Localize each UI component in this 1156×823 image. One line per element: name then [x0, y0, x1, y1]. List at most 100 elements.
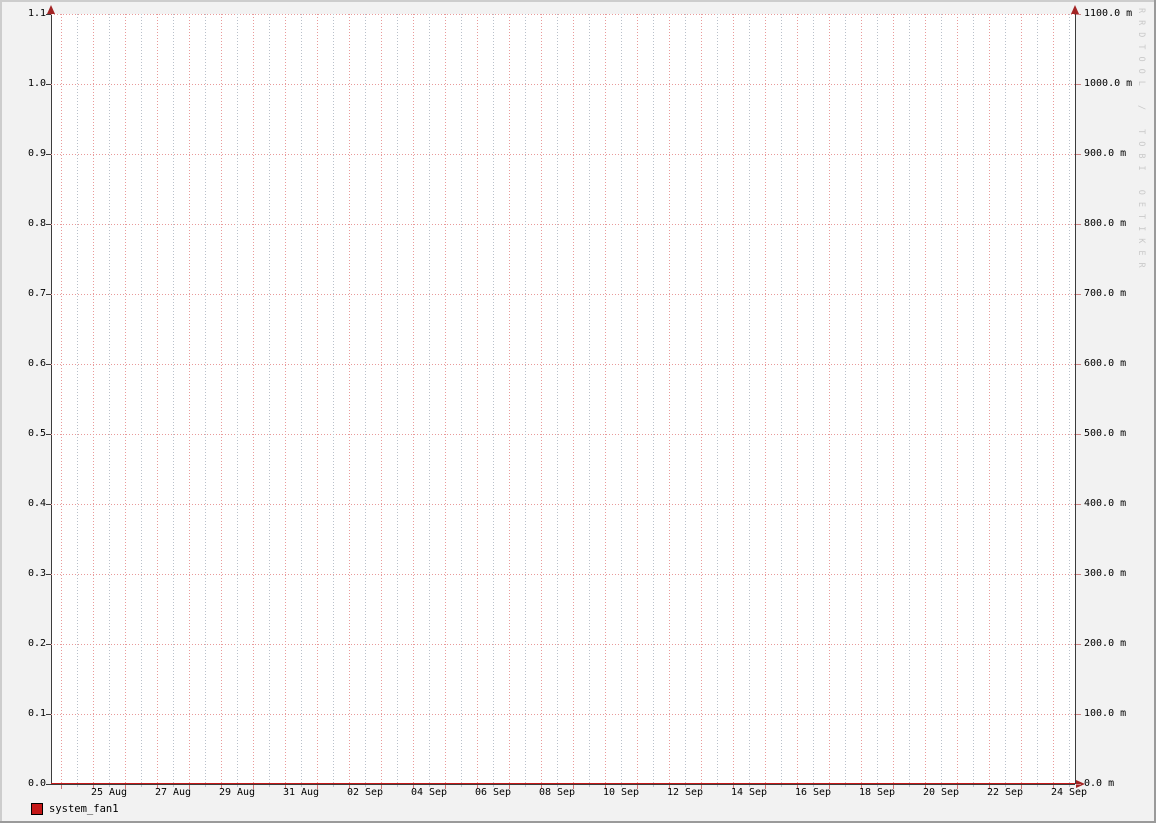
x-axis-tick-label: 10 Sep — [602, 787, 640, 798]
gridline-minor-vertical — [685, 14, 686, 784]
y-axis-left-tick-label: 0.5 — [27, 428, 46, 439]
x-axis-minor-tick — [397, 785, 398, 787]
x-axis-minor-tick — [205, 785, 206, 787]
y-axis-left-tick-label: 1.0 — [27, 78, 46, 89]
gridline-minor-vertical — [1037, 14, 1038, 784]
y-axis-right-tick — [1076, 574, 1081, 575]
y-axis-left-tick — [46, 154, 51, 155]
gridline-major-vertical — [157, 14, 158, 784]
gridline-minor-vertical — [397, 14, 398, 784]
legend-label-system-fan1: system_fan1 — [49, 802, 119, 815]
gridline-major-vertical — [797, 14, 798, 784]
y-axis-right-tick — [1076, 224, 1081, 225]
gridline-major-vertical — [637, 14, 638, 784]
gridline-minor-vertical — [589, 14, 590, 784]
y-axis-right-tick — [1076, 784, 1081, 785]
x-axis-minor-tick — [781, 785, 782, 787]
y-axis-right-tick-label: 1000.0 m — [1084, 78, 1133, 89]
gridline-major-vertical — [1053, 14, 1054, 784]
gridline-major-vertical — [701, 14, 702, 784]
gridline-minor-vertical — [557, 14, 558, 784]
gridline-minor-vertical — [749, 14, 750, 784]
y-axis-left-tick — [46, 784, 51, 785]
gridline-minor-vertical — [493, 14, 494, 784]
x-axis-minor-tick — [525, 785, 526, 787]
y-axis-left-tick — [46, 364, 51, 365]
gridline-major-vertical — [317, 14, 318, 784]
y-axis-right-tick — [1076, 504, 1081, 505]
gridline-minor-vertical — [1069, 14, 1070, 784]
gridline-minor-vertical — [525, 14, 526, 784]
gridline-major-vertical — [445, 14, 446, 784]
gridline-minor-vertical — [429, 14, 430, 784]
y-axis-right-tick-label: 900.0 m — [1084, 148, 1127, 159]
x-axis-major-tick — [61, 785, 62, 789]
y-axis-left-tick-label: 0.4 — [27, 498, 46, 509]
y-axis-left-tick-label: 0.8 — [27, 218, 46, 229]
gridline-minor-vertical — [653, 14, 654, 784]
legend-swatch-system-fan1 — [31, 803, 43, 815]
y-axis-right-tick-label: 100.0 m — [1084, 708, 1127, 719]
gridline-minor-vertical — [621, 14, 622, 784]
gridline-major-vertical — [605, 14, 606, 784]
y-axis-right-tick-label: 200.0 m — [1084, 638, 1127, 649]
gridline-major-vertical — [477, 14, 478, 784]
y-axis-right-tick-label: 600.0 m — [1084, 358, 1127, 369]
gridline-major-vertical — [125, 14, 126, 784]
y-axis-right-tick — [1076, 364, 1081, 365]
gridline-major-vertical — [669, 14, 670, 784]
gridline-major-vertical — [285, 14, 286, 784]
x-axis-tick-label: 25 Aug — [90, 787, 128, 798]
y-axis-right-line — [1075, 10, 1076, 784]
y-axis-right-tick-label: 700.0 m — [1084, 288, 1127, 299]
gridline-minor-vertical — [301, 14, 302, 784]
gridline-minor-vertical — [1005, 14, 1006, 784]
gridline-major-vertical — [221, 14, 222, 784]
x-axis-tick-label: 27 Aug — [154, 787, 192, 798]
gridline-minor-vertical — [781, 14, 782, 784]
x-axis-minor-tick — [973, 785, 974, 787]
y-axis-left-tick-label: 1.1 — [27, 8, 46, 19]
y-axis-right-tick — [1076, 644, 1081, 645]
y-axis-left-tick — [46, 84, 51, 85]
y-axis-left-tick — [46, 294, 51, 295]
y-axis-left-line — [51, 10, 52, 784]
y-axis-left-tick-label: 0.9 — [27, 148, 46, 159]
gridline-minor-vertical — [365, 14, 366, 784]
rrdtool-watermark: RRDTOOL / TOBI OETIKER — [1136, 8, 1146, 275]
x-axis-minor-tick — [1037, 785, 1038, 787]
y-axis-right-tick — [1076, 434, 1081, 435]
y-axis-right-tick — [1076, 294, 1081, 295]
legend: system_fan1 — [31, 802, 119, 816]
gridline-major-vertical — [1021, 14, 1022, 784]
gridline-minor-vertical — [205, 14, 206, 784]
x-axis-minor-tick — [77, 785, 78, 787]
gridline-major-vertical — [381, 14, 382, 784]
gridline-minor-vertical — [909, 14, 910, 784]
gridline-major-vertical — [573, 14, 574, 784]
y-axis-left-tick — [46, 14, 51, 15]
y-axis-left-tick-label: 0.6 — [27, 358, 46, 369]
x-axis-tick-label: 04 Sep — [410, 787, 448, 798]
gridline-major-vertical — [93, 14, 94, 784]
x-axis-tick-label: 29 Aug — [218, 787, 256, 798]
y-axis-right-tick-label: 800.0 m — [1084, 218, 1127, 229]
x-axis-tick-label: 16 Sep — [794, 787, 832, 798]
gridline-minor-vertical — [333, 14, 334, 784]
gridline-major-vertical — [893, 14, 894, 784]
gridline-major-vertical — [925, 14, 926, 784]
y-axis-right-tick — [1076, 84, 1081, 85]
gridline-minor-vertical — [845, 14, 846, 784]
y-axis-left-tick-label: 0.2 — [27, 638, 46, 649]
x-axis-tick-label: 18 Sep — [858, 787, 896, 798]
gridline-minor-vertical — [813, 14, 814, 784]
image-border-left — [0, 0, 2, 823]
gridline-minor-vertical — [141, 14, 142, 784]
y-axis-right-tick — [1076, 14, 1081, 15]
gridline-minor-vertical — [973, 14, 974, 784]
y-axis-left-tick — [46, 504, 51, 505]
x-axis-tick-label: 14 Sep — [730, 787, 768, 798]
gridline-major-vertical — [189, 14, 190, 784]
gridline-major-vertical — [253, 14, 254, 784]
x-axis-minor-tick — [653, 785, 654, 787]
